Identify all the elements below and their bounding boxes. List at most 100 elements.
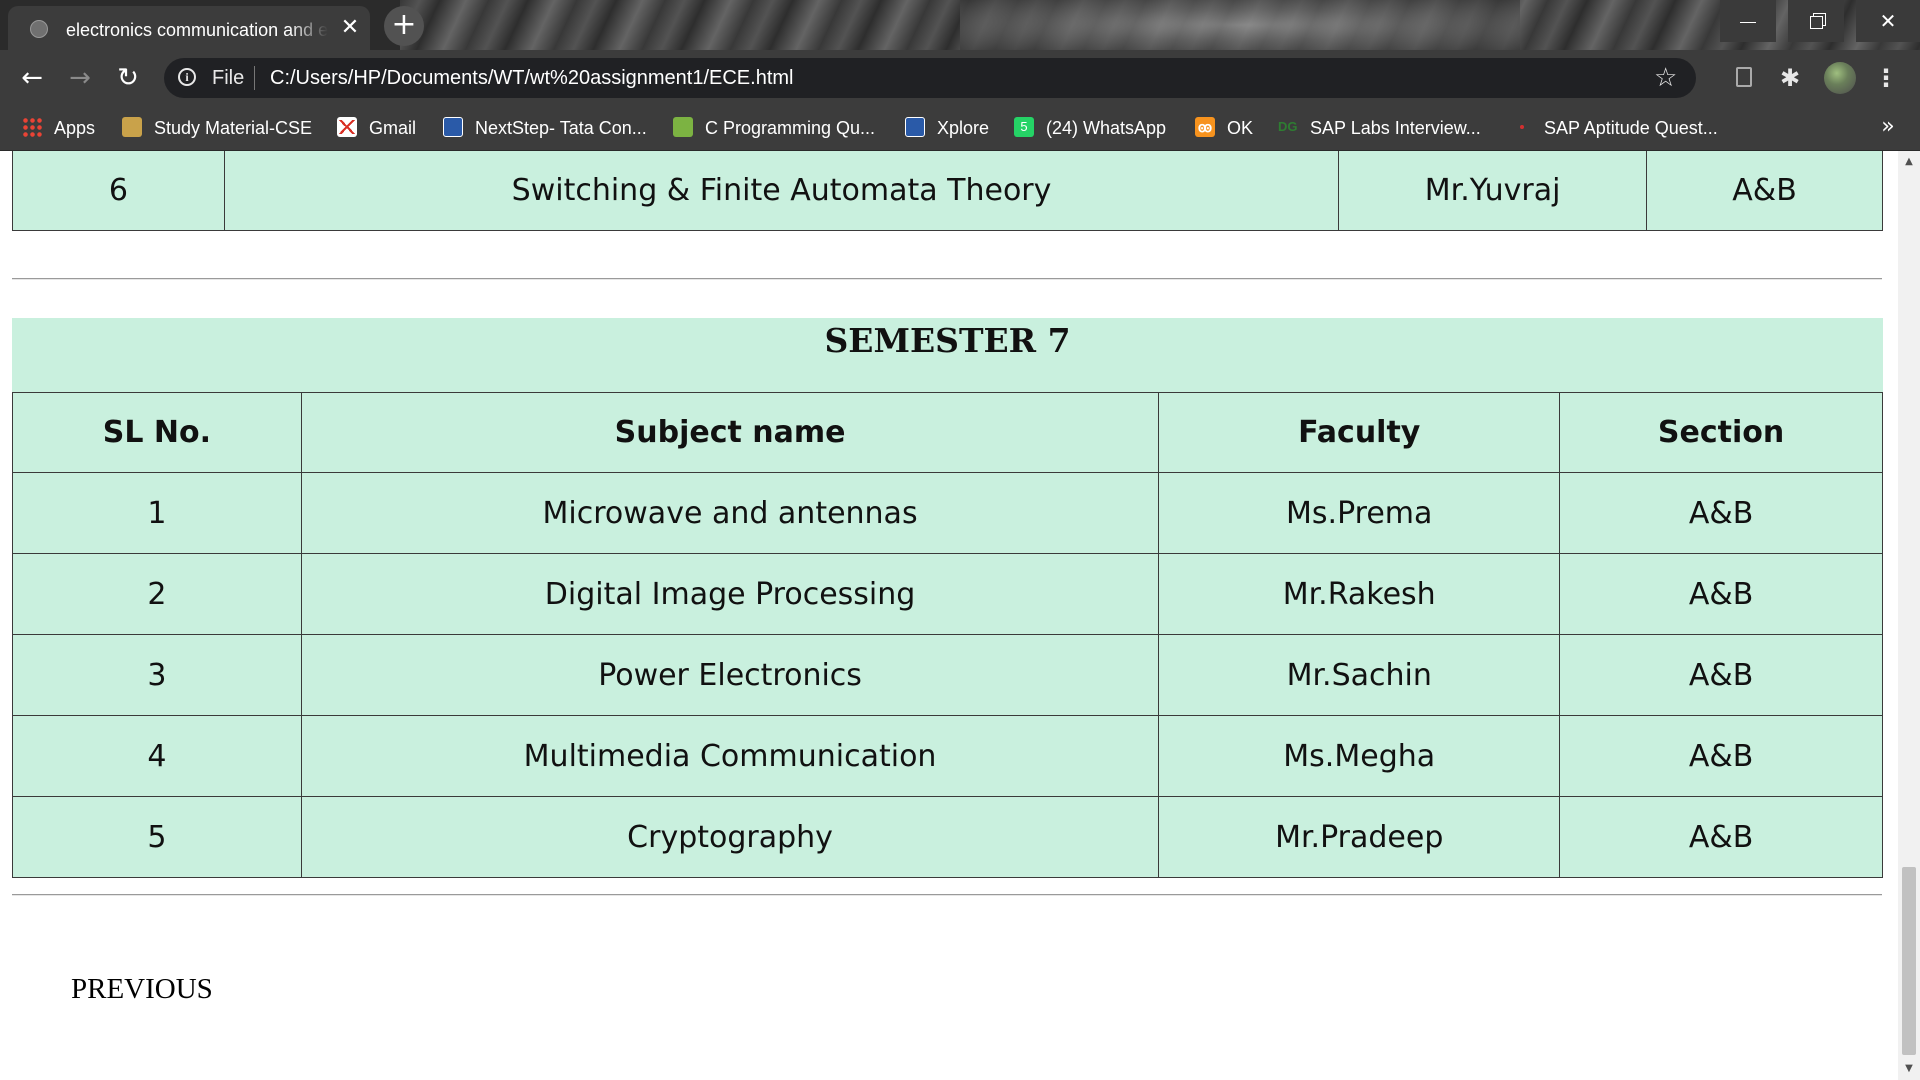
bookmark-study-material[interactable]: Study Material-CSE — [122, 106, 312, 150]
close-window-button[interactable]: ✕ — [1856, 0, 1920, 42]
sl-no-cell: 2 — [12, 553, 302, 635]
bookmark-apps[interactable]: Apps — [22, 106, 95, 150]
table-header-row: SL No. Subject name Faculty Section — [12, 392, 1883, 473]
globe-icon — [30, 20, 48, 38]
browser-toolbar: ← → ↻ i File C:/Users/HP/Documents/WT/wt… — [0, 50, 1920, 106]
tata-icon — [443, 117, 463, 138]
faculty-cell: Mr.Sachin — [1158, 634, 1561, 716]
extension-icon[interactable] — [1730, 64, 1758, 92]
section-cell: A&B — [1559, 796, 1883, 878]
faculty-cell: Ms.Prema — [1158, 472, 1561, 554]
bookmark-label: Gmail — [369, 118, 417, 138]
scrollbar-thumb[interactable] — [1902, 867, 1916, 1055]
section-cell: A&B — [1559, 634, 1883, 716]
info-icon[interactable]: i — [178, 68, 196, 86]
minimize-button[interactable] — [1720, 0, 1776, 42]
subject-cell: Switching & Finite Automata Theory — [223, 151, 1340, 231]
subject-cell: Digital Image Processing — [300, 553, 1160, 635]
table-row: 3 Power Electronics Mr.Sachin A&B — [12, 634, 1883, 716]
bookmark-star-icon[interactable]: ☆ — [1654, 63, 1677, 93]
table-row: 6 Switching & Finite Automata Theory Mr.… — [12, 151, 1883, 231]
bookmark-nextstep[interactable]: NextStep- Tata Con... — [443, 106, 647, 150]
faculty-cell: Ms.Megha — [1158, 715, 1561, 797]
reload-button[interactable]: ↻ — [112, 62, 144, 94]
previous-link[interactable]: PREVIOUS — [71, 973, 213, 1006]
subject-cell: Power Electronics — [300, 634, 1160, 716]
column-header-faculty: Faculty — [1158, 392, 1561, 473]
bookmark-label: OK — [1227, 118, 1254, 138]
bookmark-label: SAP Aptitude Quest... — [1544, 118, 1718, 138]
ok-icon: ꙭ — [1195, 117, 1215, 138]
column-header-subject: Subject name — [300, 392, 1160, 473]
profile-avatar[interactable] — [1824, 62, 1856, 94]
new-tab-button[interactable]: + — [384, 6, 424, 46]
tata-icon — [905, 117, 925, 138]
bookmark-label: Xplore — [937, 118, 990, 138]
bookmark-xplore[interactable]: Xplore — [905, 106, 989, 150]
column-header-section: Section — [1559, 392, 1883, 473]
column-header-sl-no: SL No. — [12, 392, 302, 473]
table-row: 2 Digital Image Processing Mr.Rakesh A&B — [12, 553, 1883, 635]
bookmark-sap-aptitude[interactable]: SAP Aptitude Quest... — [1512, 106, 1718, 150]
subject-cell: Microwave and antennas — [300, 472, 1160, 554]
section-cell: A&B — [1559, 553, 1883, 635]
leaf-icon — [673, 117, 693, 138]
bookmarks-overflow-chevron-icon[interactable]: » — [1874, 106, 1902, 150]
close-tab-icon[interactable]: ✕ — [338, 16, 362, 40]
faculty-cell: Mr.Yuvraj — [1338, 151, 1648, 231]
sl-no-cell: 4 — [12, 715, 302, 797]
extensions-puzzle-icon[interactable]: ✱ — [1776, 64, 1804, 92]
study-material-icon — [122, 117, 142, 138]
section-cell: A&B — [1559, 715, 1883, 797]
menu-dots-icon[interactable]: ⋮ — [1872, 64, 1900, 92]
bookmark-gmail[interactable]: Gmail — [337, 106, 416, 150]
scroll-down-arrow-icon[interactable]: ▼ — [1898, 1058, 1920, 1080]
sl-no-cell: 5 — [12, 796, 302, 878]
restore-icon — [1809, 16, 1823, 29]
semester-7-heading: SEMESTER 7 — [12, 318, 1883, 392]
bookmark-whatsapp[interactable]: 5 (24) WhatsApp — [1014, 106, 1166, 150]
bookmark-label: (24) WhatsApp — [1046, 118, 1167, 138]
back-button[interactable]: ← — [16, 62, 48, 94]
bookmark-sap-labs[interactable]: DG SAP Labs Interview... — [1278, 106, 1481, 150]
sl-no-cell: 1 — [12, 472, 302, 554]
url-text[interactable]: C:/Users/HP/Documents/WT/wt%20assignment… — [270, 66, 794, 90]
theme-background-highlight — [960, 0, 1520, 50]
forward-button[interactable]: → — [64, 62, 96, 94]
bookmark-label: Study Material-CSE — [154, 118, 313, 138]
bookmark-label: SAP Labs Interview... — [1310, 118, 1481, 138]
faculty-cell: Mr.Rakesh — [1158, 553, 1561, 635]
restore-button[interactable] — [1788, 0, 1844, 42]
sl-no-cell: 3 — [12, 634, 302, 716]
semester-7-table: SL No. Subject name Faculty Section 1 Mi… — [12, 392, 1883, 878]
subject-cell: Multimedia Communication — [300, 715, 1160, 797]
active-tab[interactable]: electronics communication and engineerin… — [8, 6, 370, 50]
url-divider — [254, 66, 255, 90]
bookmark-label: NextStep- Tata Con... — [475, 118, 647, 138]
gmail-icon — [337, 117, 357, 138]
horizontal-rule — [12, 894, 1882, 896]
section-cell: A&B — [1559, 472, 1883, 554]
table-row: 1 Microwave and antennas Ms.Prema A&B — [12, 472, 1883, 554]
page-viewport: 6 Switching & Finite Automata Theory Mr.… — [0, 151, 1898, 1080]
minimize-icon — [1740, 22, 1756, 23]
bookmark-c-programming[interactable]: C Programming Qu... — [673, 106, 875, 150]
whatsapp-icon: 5 — [1014, 117, 1034, 138]
subject-cell: Cryptography — [300, 796, 1160, 878]
dg-icon: DG — [1278, 119, 1298, 135]
horizontal-rule — [12, 278, 1882, 280]
bookmark-ok[interactable]: ꙭ OK — [1195, 106, 1253, 150]
vertical-scrollbar[interactable]: ▲ ▼ — [1898, 151, 1920, 1080]
bookmark-label: C Programming Qu... — [705, 118, 876, 138]
table-row: 4 Multimedia Communication Ms.Megha A&B — [12, 715, 1883, 797]
scroll-up-arrow-icon[interactable]: ▲ — [1898, 151, 1920, 173]
semester-6-table: 6 Switching & Finite Automata Theory Mr.… — [12, 151, 1883, 231]
faculty-cell: Mr.Pradeep — [1158, 796, 1561, 878]
address-bar[interactable]: i File C:/Users/HP/Documents/WT/wt%20ass… — [164, 58, 1696, 98]
table-row: 5 Cryptography Mr.Pradeep A&B — [12, 796, 1883, 878]
title-bar: electronics communication and engineerin… — [0, 0, 1920, 50]
url-scheme-label: File — [212, 67, 245, 89]
sl-no-cell: 6 — [12, 151, 225, 231]
section-cell: A&B — [1646, 151, 1883, 231]
bookmark-label: Apps — [54, 118, 96, 138]
